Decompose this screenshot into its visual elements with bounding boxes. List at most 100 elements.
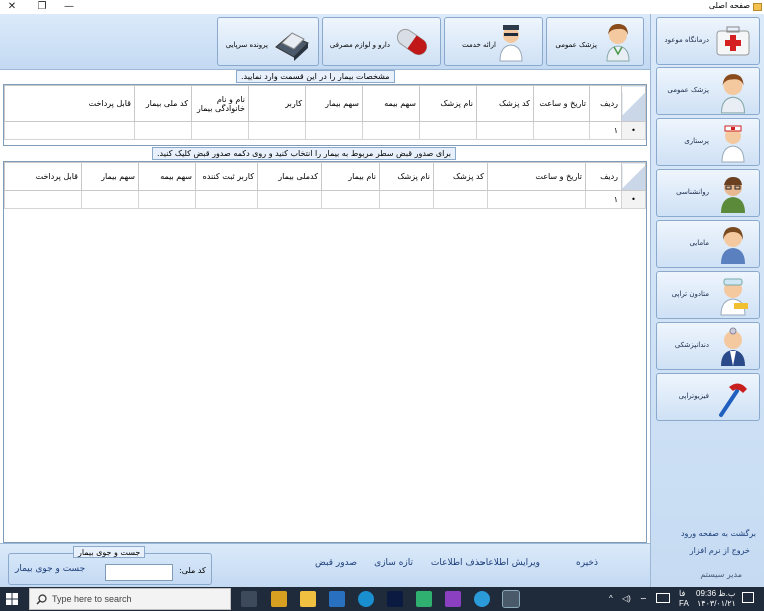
table-cell[interactable]: [4, 121, 135, 140]
sidebar-item-physiotherapy[interactable]: فیزیوتراپی: [656, 373, 760, 421]
toolbar-outpatient-file-button[interactable]: پرونده سرپایی: [217, 17, 319, 66]
patient-col-header[interactable]: نام پزشک: [419, 85, 477, 122]
title-bar: ✕ ❐ — صفحه اصلی: [0, 0, 764, 14]
table-cell[interactable]: ۱: [589, 121, 622, 140]
patient-col-header[interactable]: تاریخ و ساعت: [533, 85, 590, 122]
sidebar-item-general-doctor[interactable]: پزشک عمومی: [656, 67, 760, 115]
sidebar-item-clinic[interactable]: درمانگاه موعود: [656, 17, 760, 65]
table-cell[interactable]: [433, 190, 488, 209]
receipt-col-header[interactable]: سهم بیمه: [138, 162, 196, 191]
tray-chevron-icon[interactable]: ^: [609, 594, 613, 603]
file-explorer-icon[interactable]: [300, 591, 316, 607]
row-marker[interactable]: •: [621, 121, 646, 140]
visual-studio-icon[interactable]: [445, 591, 461, 607]
table-cell[interactable]: [138, 190, 196, 209]
sidebar-item-methadone[interactable]: متادون تراپی: [656, 271, 760, 319]
taskbar-search-box[interactable]: Type here to search: [29, 588, 231, 610]
receipt-col-header[interactable]: قابل پرداخت: [4, 162, 82, 191]
back-to-login-link[interactable]: برگشت به صفحه ورود: [681, 529, 756, 538]
keyboard-icon[interactable]: [656, 593, 670, 603]
table-cell[interactable]: [305, 121, 363, 140]
row-marker[interactable]: •: [621, 190, 646, 209]
patient-col-header[interactable]: ردیف: [589, 85, 622, 122]
windows-start-icon[interactable]: [6, 593, 18, 605]
sidebar-item-label: مامایی: [689, 239, 709, 247]
patient-col-header[interactable]: نام و نام خانوادگی بیمار: [191, 85, 249, 122]
os-taskbar: Type here to search ^ ◁) ∽ فا FA 09:36 ب…: [0, 587, 764, 611]
table-cell[interactable]: [195, 190, 258, 209]
table-cell[interactable]: [379, 190, 434, 209]
sidebar-item-nursing[interactable]: پرستاری: [656, 118, 760, 166]
volume-icon[interactable]: ◁): [622, 594, 631, 603]
receipt-col-header[interactable]: کدملی بیمار: [257, 162, 322, 191]
patient-col-header[interactable]: کاربر: [248, 85, 306, 122]
clock-date[interactable]: ۱۴۰۳/۰۱/۲۱: [697, 599, 736, 608]
table-row[interactable]: • ۱: [4, 121, 646, 140]
search-patient-button[interactable]: جست و جوی بیمار: [15, 564, 85, 574]
receipt-col-header[interactable]: ردیف: [585, 162, 622, 191]
network-icon[interactable]: ∽: [640, 594, 647, 603]
restore-window-button[interactable]: ❐: [34, 0, 50, 14]
main-area: پزشک عمومی ارائه خدمت دارو و لوازم مصرفی: [0, 14, 650, 543]
table-cell[interactable]: [487, 190, 586, 209]
patient-section-title: مشخصات بیمار را در این قسمت وارد نمایید.: [236, 70, 395, 83]
receipt-grid-corner[interactable]: [621, 162, 646, 191]
receipt-col-header[interactable]: سهم بیمار: [81, 162, 139, 191]
sidebar-item-midwifery[interactable]: مامایی: [656, 220, 760, 268]
issue-receipt-button[interactable]: صدور قبض: [315, 558, 357, 568]
pycharm-icon[interactable]: [416, 591, 432, 607]
delete-button[interactable]: حذف اطلاعات: [431, 558, 485, 568]
patient-col-header[interactable]: سهم بیمار: [305, 85, 363, 122]
psychology-icon: [721, 177, 745, 213]
exit-app-link[interactable]: خروج از نرم افزار: [690, 546, 750, 555]
mail-icon[interactable]: [329, 591, 345, 607]
table-cell[interactable]: [321, 190, 380, 209]
language-code[interactable]: FA: [679, 599, 689, 608]
national-code-input[interactable]: [105, 564, 173, 581]
receipt-col-header[interactable]: نام پزشک: [379, 162, 434, 191]
receipt-col-header[interactable]: کاربر ثبت کننده: [195, 162, 258, 191]
language-indicator[interactable]: فا: [679, 589, 685, 598]
notifications-icon[interactable]: [742, 592, 754, 603]
edit-button[interactable]: ویرایش اطلاعات: [477, 558, 540, 568]
sidebar-item-psychology[interactable]: روانشناسی: [656, 169, 760, 217]
refresh-button[interactable]: تازه سازی: [374, 558, 413, 568]
table-cell[interactable]: [419, 121, 477, 140]
toolbar-drugs-label: دارو و لوازم مصرفی: [329, 41, 390, 49]
save-button[interactable]: ذخیره: [576, 558, 598, 568]
toolbar-general-doctor-button[interactable]: پزشک عمومی: [546, 17, 644, 66]
doctor-icon: [720, 74, 746, 114]
table-cell[interactable]: [248, 121, 306, 140]
patient-col-header[interactable]: قابل پرداخت: [4, 85, 135, 122]
table-cell[interactable]: [191, 121, 249, 140]
close-window-button[interactable]: ✕: [4, 0, 20, 14]
photoshop-icon[interactable]: [387, 591, 403, 607]
active-app-icon[interactable]: [502, 590, 520, 608]
table-cell[interactable]: [476, 121, 534, 140]
sidebar-item-dentistry[interactable]: دندانپزشکی: [656, 322, 760, 370]
patient-grid-corner[interactable]: [621, 85, 646, 122]
dentist-icon: [721, 327, 745, 366]
table-cell[interactable]: [533, 121, 590, 140]
patient-col-header[interactable]: سهم بیمه: [362, 85, 420, 122]
receipt-col-header[interactable]: نام بیمار: [321, 162, 380, 191]
table-cell[interactable]: [4, 190, 82, 209]
table-cell[interactable]: ۱: [585, 190, 622, 209]
task-view-icon[interactable]: [241, 591, 257, 607]
minimize-window-button[interactable]: —: [61, 0, 77, 14]
edge-browser-icon[interactable]: [358, 591, 374, 607]
receipt-col-header[interactable]: تاریخ و ساعت: [487, 162, 586, 191]
telegram-icon[interactable]: [474, 591, 490, 607]
store-icon[interactable]: [271, 591, 287, 607]
receipt-col-header[interactable]: کد پزشک: [433, 162, 488, 191]
table-cell[interactable]: [362, 121, 420, 140]
table-row[interactable]: • ۱: [4, 190, 646, 209]
toolbar-service-button[interactable]: ارائه خدمت: [444, 17, 543, 66]
clock-time[interactable]: 09:36 ب.ظ: [696, 589, 735, 598]
table-cell[interactable]: [134, 121, 192, 140]
patient-col-header[interactable]: کد ملی بیمار: [134, 85, 192, 122]
patient-col-header[interactable]: کد پزشک: [476, 85, 534, 122]
table-cell[interactable]: [257, 190, 322, 209]
table-cell[interactable]: [81, 190, 139, 209]
toolbar-drugs-button[interactable]: دارو و لوازم مصرفی: [322, 17, 441, 66]
